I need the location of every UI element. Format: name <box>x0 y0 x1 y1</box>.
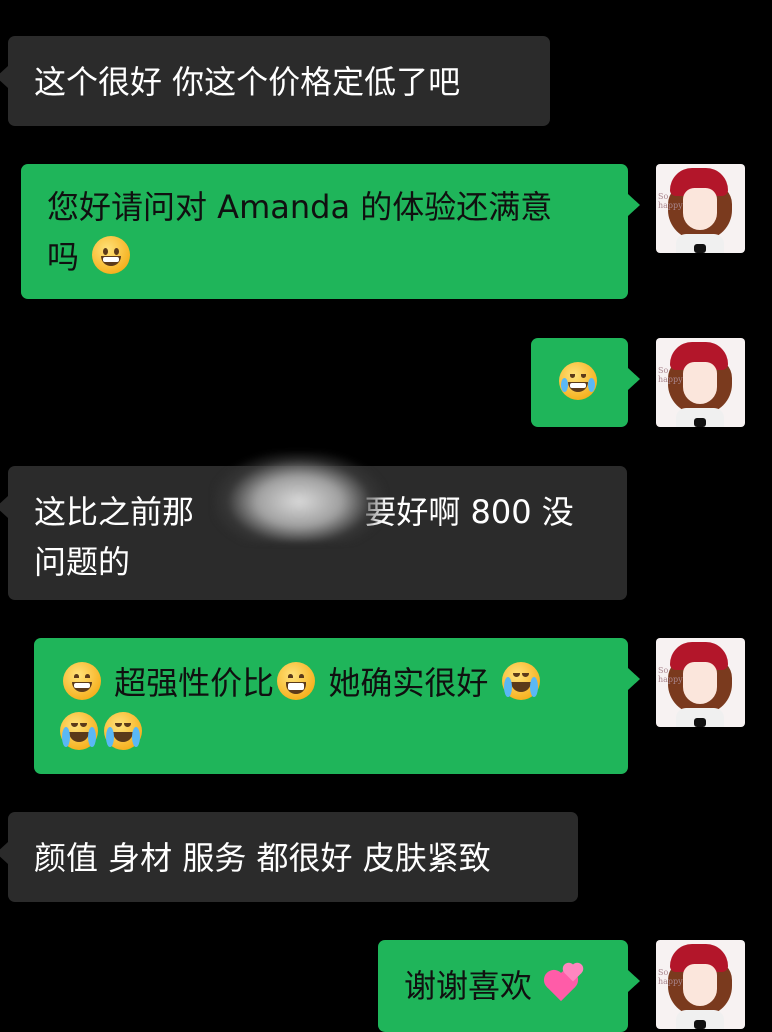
message-text: 这个很好 你这个价格定低了吧 <box>34 63 461 101</box>
incoming-message[interactable]: 这个很好 你这个价格定低了吧 <box>0 36 550 126</box>
message-text: 这比之前那 <box>34 493 195 531</box>
avatar-tag: So happy <box>658 968 683 986</box>
user-avatar[interactable]: So happy <box>656 638 745 727</box>
outgoing-message[interactable]: 超强性价比 她确实很好 <box>34 638 640 774</box>
grinning-face-icon <box>63 662 101 700</box>
loudly-crying-face-icon <box>60 712 98 750</box>
loudly-crying-face-icon <box>104 712 142 750</box>
message-text: 您好请问对 Amanda 的体验还满意 <box>47 188 553 226</box>
message-text: 吗 <box>47 238 80 276</box>
avatar-tag: So happy <box>658 192 683 210</box>
tears-of-joy-face-icon <box>559 362 597 400</box>
user-avatar[interactable]: So happy <box>656 338 745 427</box>
message-text: 要好啊 800 没 <box>364 493 574 531</box>
message-text: 超强性价比 <box>114 664 275 702</box>
avatar-tag: So happy <box>658 366 683 384</box>
message-text: 颜值 身材 服务 都很好 皮肤紧致 <box>34 839 491 877</box>
message-text: 问题的 <box>34 543 131 581</box>
message-text: 谢谢喜欢 <box>404 967 533 1005</box>
grinning-face-icon <box>92 236 131 274</box>
user-avatar[interactable]: So happy <box>656 940 745 1029</box>
outgoing-message[interactable] <box>531 338 640 427</box>
beaming-face-icon <box>277 662 316 700</box>
avatar-tag: So happy <box>658 666 683 684</box>
message-text: 她确实很好 <box>328 664 489 702</box>
user-avatar[interactable]: So happy <box>656 164 745 253</box>
revolving-hearts-icon <box>545 964 585 1003</box>
outgoing-message[interactable]: 谢谢喜欢 <box>378 940 640 1032</box>
outgoing-message[interactable]: 您好请问对 Amanda 的体验还满意 吗 <box>21 164 640 299</box>
redaction-scribble <box>214 452 384 542</box>
incoming-message[interactable]: 颜值 身材 服务 都很好 皮肤紧致 <box>0 812 578 902</box>
loudly-crying-face-icon <box>501 662 540 700</box>
